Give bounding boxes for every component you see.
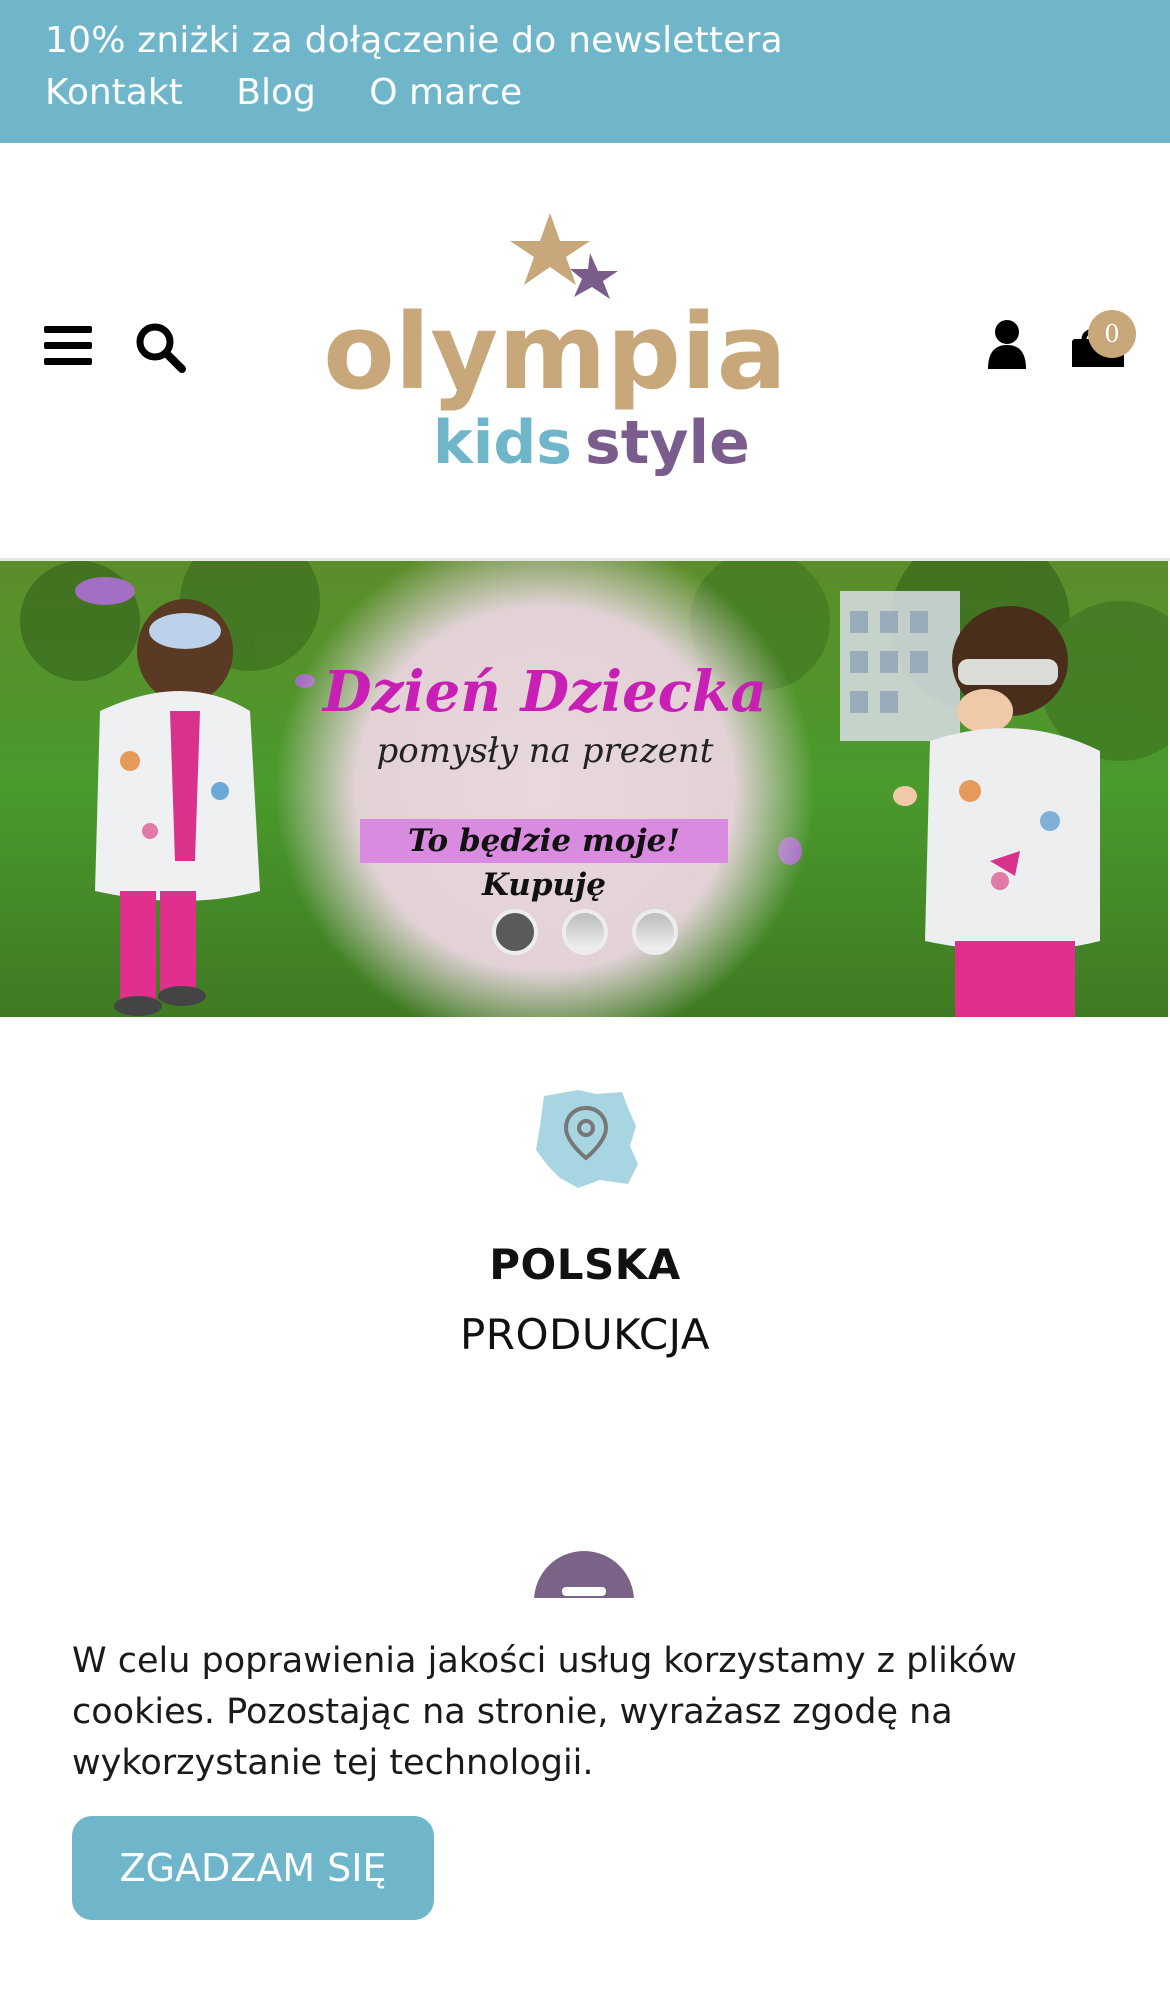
feature-subtitle: PRODUKCJA	[459, 1310, 711, 1359]
logo-stars-icon	[510, 213, 618, 299]
olympia-logo[interactable]: olympia kids style	[320, 213, 790, 483]
slider-dot-1[interactable]	[492, 909, 538, 955]
logo-kids: kids	[433, 408, 572, 478]
next-feature-icon	[534, 1551, 634, 1601]
site-header: olympia kids style 0	[0, 143, 1170, 561]
banner-subtitle: pomysły na prezent	[376, 731, 714, 771]
slider-dot-2[interactable]	[562, 909, 608, 955]
link-kontakt[interactable]: Kontakt	[45, 72, 183, 113]
hero-banner[interactable]: Dzień Dziecka pomysły na prezent To będz…	[0, 561, 1168, 1017]
newsletter-promo[interactable]: 10% zniżki za dołączenie do newslettera	[45, 20, 783, 61]
cookie-banner: W celu poprawienia jakości usług korzyst…	[0, 1598, 1170, 1992]
cookie-message: W celu poprawienia jakości usług korzyst…	[72, 1641, 1017, 1783]
cart-count-badge: 0	[1088, 310, 1136, 358]
logo-style: style	[585, 408, 750, 478]
logo-olympia: olympia	[323, 291, 787, 413]
search-icon[interactable]	[134, 321, 188, 375]
poland-map-pin-icon	[536, 1090, 638, 1188]
menu-icon[interactable]	[44, 326, 92, 366]
banner-title: Dzień Dziecka	[323, 659, 767, 725]
link-o-marce[interactable]: O marce	[369, 72, 522, 113]
top-links: Kontakt Blog O marce	[45, 72, 564, 113]
link-blog[interactable]: Blog	[236, 72, 316, 113]
user-icon[interactable]	[986, 319, 1028, 369]
slider-dot-3[interactable]	[632, 909, 678, 955]
banner-cta-button[interactable]: To będzie moje! Kupuję	[360, 819, 728, 903]
top-bar: 10% zniżki za dołączenie do newslettera …	[0, 0, 1170, 143]
feature-title: POLSKA	[489, 1240, 681, 1289]
cookie-accept-button[interactable]: ZGADZAM SIĘ	[72, 1816, 434, 1920]
